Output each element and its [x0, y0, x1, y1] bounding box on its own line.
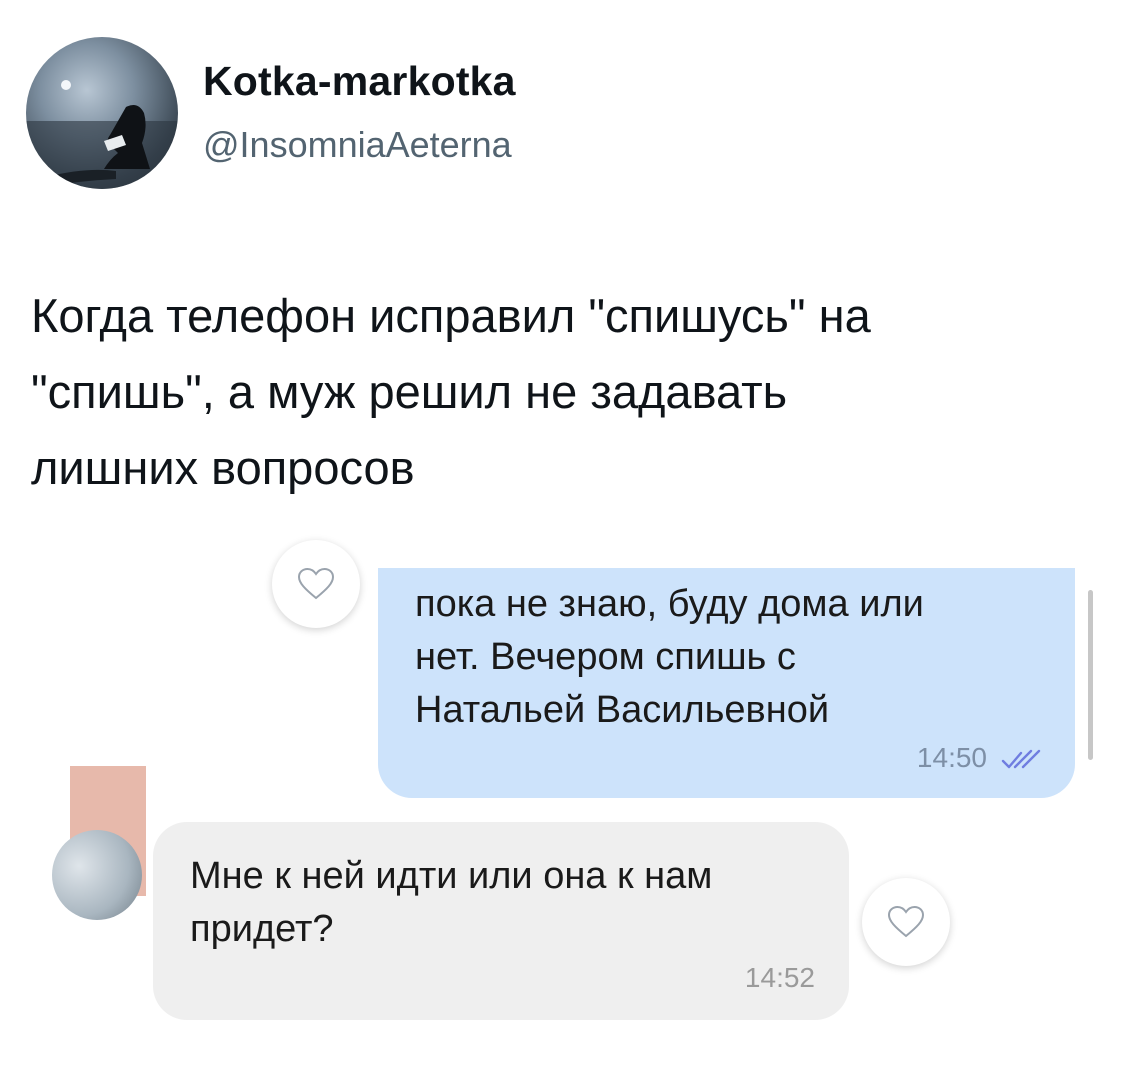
heart-outline-icon — [297, 567, 335, 600]
contact-avatar[interactable] — [52, 830, 142, 920]
react-incoming-button[interactable] — [862, 878, 950, 966]
incoming-message-time: 14:52 — [744, 962, 815, 993]
incoming-message-text: Мне к ней идти или она к нам придет? — [190, 855, 713, 950]
chat-scrollbar[interactable] — [1088, 590, 1093, 760]
outgoing-message-text: пока не знаю, буду дома или нет. Вечером… — [415, 583, 924, 731]
author-display-name[interactable]: Kotka-markotka — [203, 58, 516, 105]
author-handle[interactable]: @InsomniaAeterna — [203, 124, 512, 166]
profile-photo-icon — [26, 80, 178, 189]
tweet-text: Когда телефон исправил "спишусь" на "спи… — [31, 289, 871, 494]
heart-outline-icon — [887, 905, 925, 938]
incoming-message-bubble: Мне к ней идти или она к нам придет? 14:… — [153, 822, 849, 1020]
author-avatar[interactable] — [26, 37, 178, 189]
chat-screenshot: пока не знаю, буду дома или нет. Вечером… — [0, 540, 1125, 1073]
outgoing-message-bubble: пока не знаю, буду дома или нет. Вечером… — [378, 568, 1075, 798]
react-outgoing-button[interactable] — [272, 540, 360, 628]
outgoing-message-time: 14:50 — [916, 742, 987, 773]
double-check-icon — [1001, 749, 1041, 769]
